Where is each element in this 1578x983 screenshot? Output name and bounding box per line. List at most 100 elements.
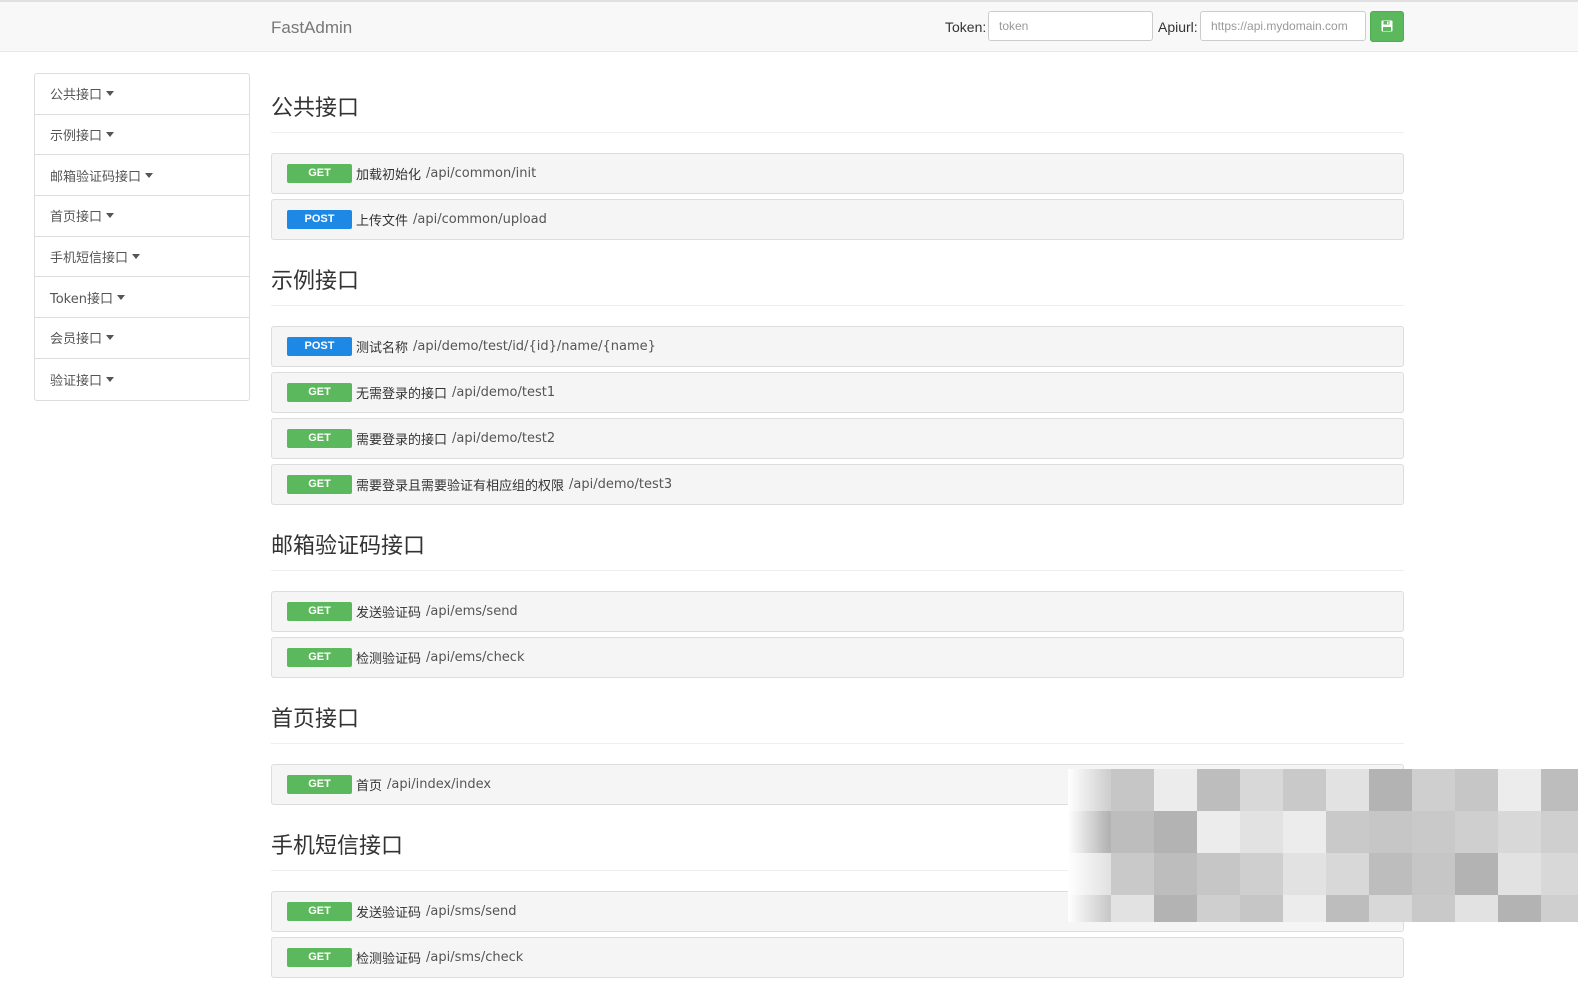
api-title: 发送验证码 (356, 606, 422, 621)
sidebar-item-label: 公共接口 (50, 88, 103, 104)
api-title: 上传文件 (356, 214, 409, 229)
api-title: 测试名称 (356, 341, 409, 356)
api-row[interactable]: GET 需要登录的接口/api/demo/test2 (271, 418, 1404, 459)
apiurl-input[interactable] (1200, 11, 1366, 41)
api-title: 检测验证码 (356, 952, 422, 967)
api-row[interactable]: GET 检测验证码/api/ems/check (271, 637, 1404, 678)
sidebar-item-label: Token接口 (50, 291, 113, 307)
mosaic-cell (1412, 811, 1455, 853)
sidebar-item[interactable]: 公共接口 (35, 74, 249, 115)
api-section: 公共接口 GET 加载初始化/api/common/init POST 上传文件/api… (271, 72, 1404, 240)
api-path: /api/demo/test3 (569, 477, 673, 492)
sidebar-item[interactable]: 首页接口 (35, 196, 249, 237)
mosaic-cell (1541, 811, 1578, 853)
sidebar-item-label: 手机短信接口 (50, 251, 129, 267)
mosaic-cell (1412, 853, 1455, 895)
api-title: 需要登录的接口 (356, 433, 448, 448)
api-path: /api/demo/test2 (452, 431, 556, 446)
api-path: /api/demo/test/id/{id}/name/{name} (413, 339, 656, 354)
save-button[interactable] (1370, 11, 1404, 42)
caret-down-icon (132, 254, 141, 260)
sidebar-item[interactable]: 验证接口 (35, 359, 249, 400)
floppy-disk-icon (1381, 17, 1393, 36)
method-badge: GET (287, 948, 352, 967)
method-badge: GET (287, 902, 352, 921)
method-badge: GET (287, 429, 352, 448)
api-row[interactable]: GET 加载初始化/api/common/init (271, 153, 1404, 194)
api-row[interactable]: GET 无需登录的接口/api/demo/test1 (271, 372, 1404, 413)
method-badge: GET (287, 775, 352, 794)
sidebar-item-label: 邮箱验证码接口 (50, 169, 142, 185)
token-label: Token: (945, 19, 987, 35)
api-row[interactable]: GET 发送验证码/api/ems/send (271, 591, 1404, 632)
mosaic-cell (1541, 895, 1578, 922)
sidebar-item[interactable]: 邮箱验证码接口 (35, 155, 249, 197)
apiurl-label: Apiurl: (1158, 19, 1198, 35)
api-row[interactable]: GET 发送验证码/api/sms/send (271, 891, 1404, 932)
mosaic-cell (1541, 769, 1578, 811)
caret-down-icon (106, 91, 115, 97)
sidebar-item[interactable]: 会员接口 (35, 318, 249, 359)
section-title: 手机短信接口 (271, 810, 1404, 871)
mosaic-cell (1455, 853, 1498, 895)
api-title: 发送验证码 (356, 906, 422, 921)
section-title: 邮箱验证码接口 (271, 510, 1404, 571)
api-path: /api/ems/check (426, 650, 525, 665)
api-list: 公共接口 GET 加载初始化/api/common/init POST 上传文件/api… (271, 72, 1404, 983)
section-title: 首页接口 (271, 683, 1404, 744)
section-title: 公共接口 (271, 72, 1404, 133)
mosaic-cell (1412, 769, 1455, 811)
sidebar-item-label: 示例接口 (50, 129, 103, 145)
api-title: 需要登录且需要验证有相应组的权限 (356, 479, 565, 494)
top-navbar: FastAdmin Token: Apiurl: (0, 0, 1578, 52)
api-section: 邮箱验证码接口 GET 发送验证码/api/ems/send GET 检测验证码/api… (271, 510, 1404, 678)
method-badge: GET (287, 475, 352, 494)
api-title: 检测验证码 (356, 652, 422, 667)
api-path: /api/index/index (387, 777, 492, 792)
token-input[interactable] (988, 11, 1153, 41)
sidebar-item-label: 会员接口 (50, 332, 103, 348)
api-row[interactable]: GET 需要登录且需要验证有相应组的权限/api/demo/test3 (271, 464, 1404, 505)
method-badge: GET (287, 648, 352, 667)
api-path: /api/demo/test1 (452, 385, 556, 400)
mosaic-cell (1498, 895, 1541, 922)
mosaic-cell (1498, 853, 1541, 895)
api-title: 加载初始化 (356, 168, 422, 183)
mosaic-cell (1498, 811, 1541, 853)
method-badge: POST (287, 210, 352, 229)
sidebar-item[interactable]: 手机短信接口 (35, 237, 249, 278)
caret-down-icon (106, 132, 115, 138)
mosaic-cell (1455, 895, 1498, 922)
caret-down-icon (106, 335, 115, 341)
api-path: /api/common/init (426, 166, 537, 181)
api-path: /api/sms/send (426, 904, 517, 919)
api-path: /api/sms/check (426, 950, 524, 965)
brand-title[interactable]: FastAdmin (271, 18, 352, 38)
api-path: /api/ems/send (426, 604, 518, 619)
api-path: /api/common/upload (413, 212, 547, 227)
api-row[interactable]: POST 测试名称/api/demo/test/id/{id}/name/{nam… (271, 326, 1404, 367)
api-row[interactable]: GET 首页/api/index/index (271, 764, 1404, 805)
caret-down-icon (106, 376, 115, 382)
section-title: 示例接口 (271, 245, 1404, 306)
api-row[interactable]: POST 上传文件/api/common/upload (271, 199, 1404, 240)
api-section: 手机短信接口 GET 发送验证码/api/sms/send GET 检测验证码/api/… (271, 810, 1404, 978)
mosaic-cell (1455, 769, 1498, 811)
sidebar-item-label: 首页接口 (50, 210, 103, 226)
mosaic-cell (1541, 853, 1578, 895)
mosaic-cell (1412, 895, 1455, 922)
api-row[interactable]: GET 检测验证码/api/sms/check (271, 937, 1404, 978)
sidebar-nav: 公共接口示例接口邮箱验证码接口 首页接口手机短信接口 Token接口 会员接口验证接口 (34, 73, 250, 401)
caret-down-icon (106, 213, 115, 219)
api-title: 首页 (356, 779, 383, 794)
method-badge: GET (287, 602, 352, 621)
sidebar-item[interactable]: Token接口 (35, 277, 249, 319)
api-section: 示例接口 POST 测试名称/api/demo/test/id/{id}/name/… (271, 245, 1404, 505)
sidebar-item[interactable]: 示例接口 (35, 115, 249, 156)
caret-down-icon (117, 294, 125, 300)
mosaic-cell (1498, 769, 1541, 811)
method-badge: GET (287, 164, 352, 183)
api-section: 首页接口 GET 首页/api/index/index (271, 683, 1404, 805)
caret-down-icon (145, 172, 154, 178)
method-badge: POST (287, 337, 352, 356)
